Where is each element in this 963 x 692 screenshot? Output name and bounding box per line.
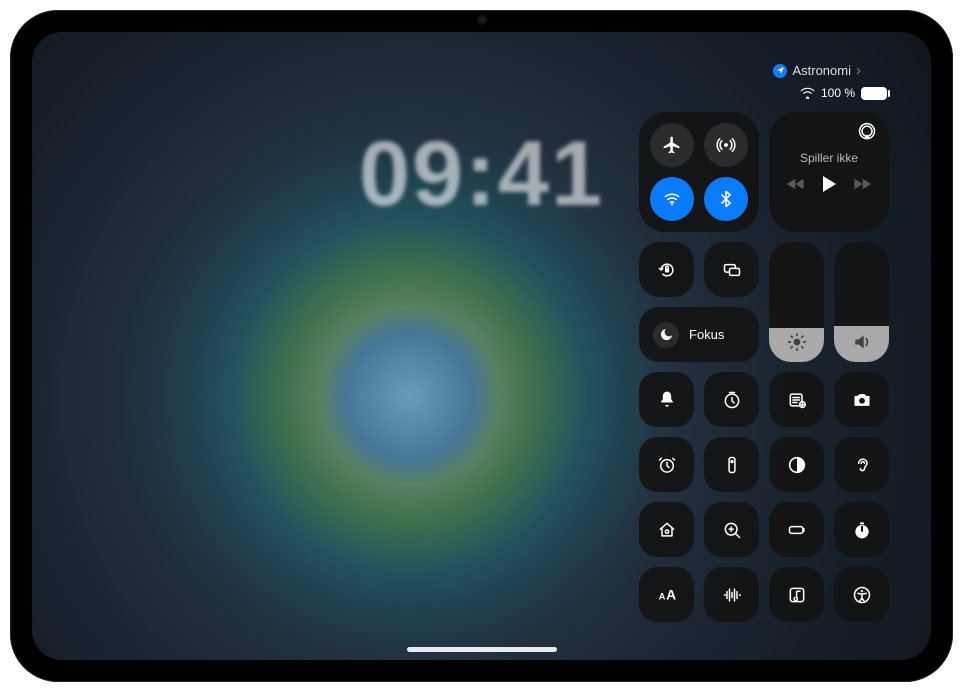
dark-mode-button[interactable]: [769, 437, 824, 492]
volume-slider[interactable]: [834, 242, 889, 362]
status-app-name: Astronomi: [792, 63, 851, 78]
focus-button[interactable]: Fokus: [639, 307, 759, 362]
location-icon: [773, 64, 787, 78]
brightness-icon: [769, 332, 824, 352]
camera-button[interactable]: [834, 372, 889, 427]
focus-label: Fokus: [689, 327, 724, 342]
svg-text:A: A: [658, 591, 665, 601]
airplay-icon[interactable]: [857, 122, 877, 142]
voice-memos-button[interactable]: [704, 567, 759, 622]
recognize-music-button[interactable]: [769, 567, 824, 622]
timer-button[interactable]: [704, 372, 759, 427]
orientation-lock-button[interactable]: [639, 242, 694, 297]
wifi-status-icon: [800, 87, 815, 98]
battery-icon: [861, 87, 887, 100]
screen-mirroring-button[interactable]: [704, 242, 759, 297]
connectivity-group[interactable]: [639, 112, 759, 232]
svg-text:A: A: [666, 587, 676, 602]
text-size-button[interactable]: AA: [639, 567, 694, 622]
media-playback-tile[interactable]: Spiller ikke: [769, 112, 889, 232]
play-button[interactable]: [821, 175, 837, 193]
magnifier-button[interactable]: [704, 502, 759, 557]
battery-percent-text: 100 %: [821, 86, 855, 100]
hearing-button[interactable]: [834, 437, 889, 492]
airplane-mode-toggle[interactable]: [650, 123, 694, 167]
rewind-button[interactable]: [787, 177, 805, 191]
stopwatch-button[interactable]: [834, 502, 889, 557]
low-power-button[interactable]: [769, 502, 824, 557]
media-controls: [787, 175, 871, 193]
brightness-slider[interactable]: [769, 242, 824, 362]
ipad-device-frame: 09:41 Astronomi › 100 %: [10, 10, 953, 682]
home-button[interactable]: [639, 502, 694, 557]
return-to-app-pill[interactable]: Astronomi ›: [773, 62, 861, 79]
remote-button[interactable]: [704, 437, 759, 492]
chevron-right-icon: ›: [856, 62, 861, 79]
forward-button[interactable]: [853, 177, 871, 191]
front-camera: [478, 16, 485, 23]
accessibility-button[interactable]: [834, 567, 889, 622]
home-indicator[interactable]: [407, 647, 557, 652]
now-playing-label: Spiller ikke: [800, 151, 858, 165]
silent-mode-button[interactable]: [639, 372, 694, 427]
control-center: Spiller ikke: [639, 112, 891, 622]
moon-icon: [653, 322, 679, 348]
bluetooth-toggle[interactable]: [704, 177, 748, 221]
alarm-button[interactable]: [639, 437, 694, 492]
airdrop-toggle[interactable]: [704, 123, 748, 167]
volume-icon: [834, 332, 889, 352]
status-bar-right: 100 %: [800, 86, 887, 100]
wifi-toggle[interactable]: [650, 177, 694, 221]
notes-quick-button[interactable]: [769, 372, 824, 427]
screen: 09:41 Astronomi › 100 %: [32, 32, 931, 660]
